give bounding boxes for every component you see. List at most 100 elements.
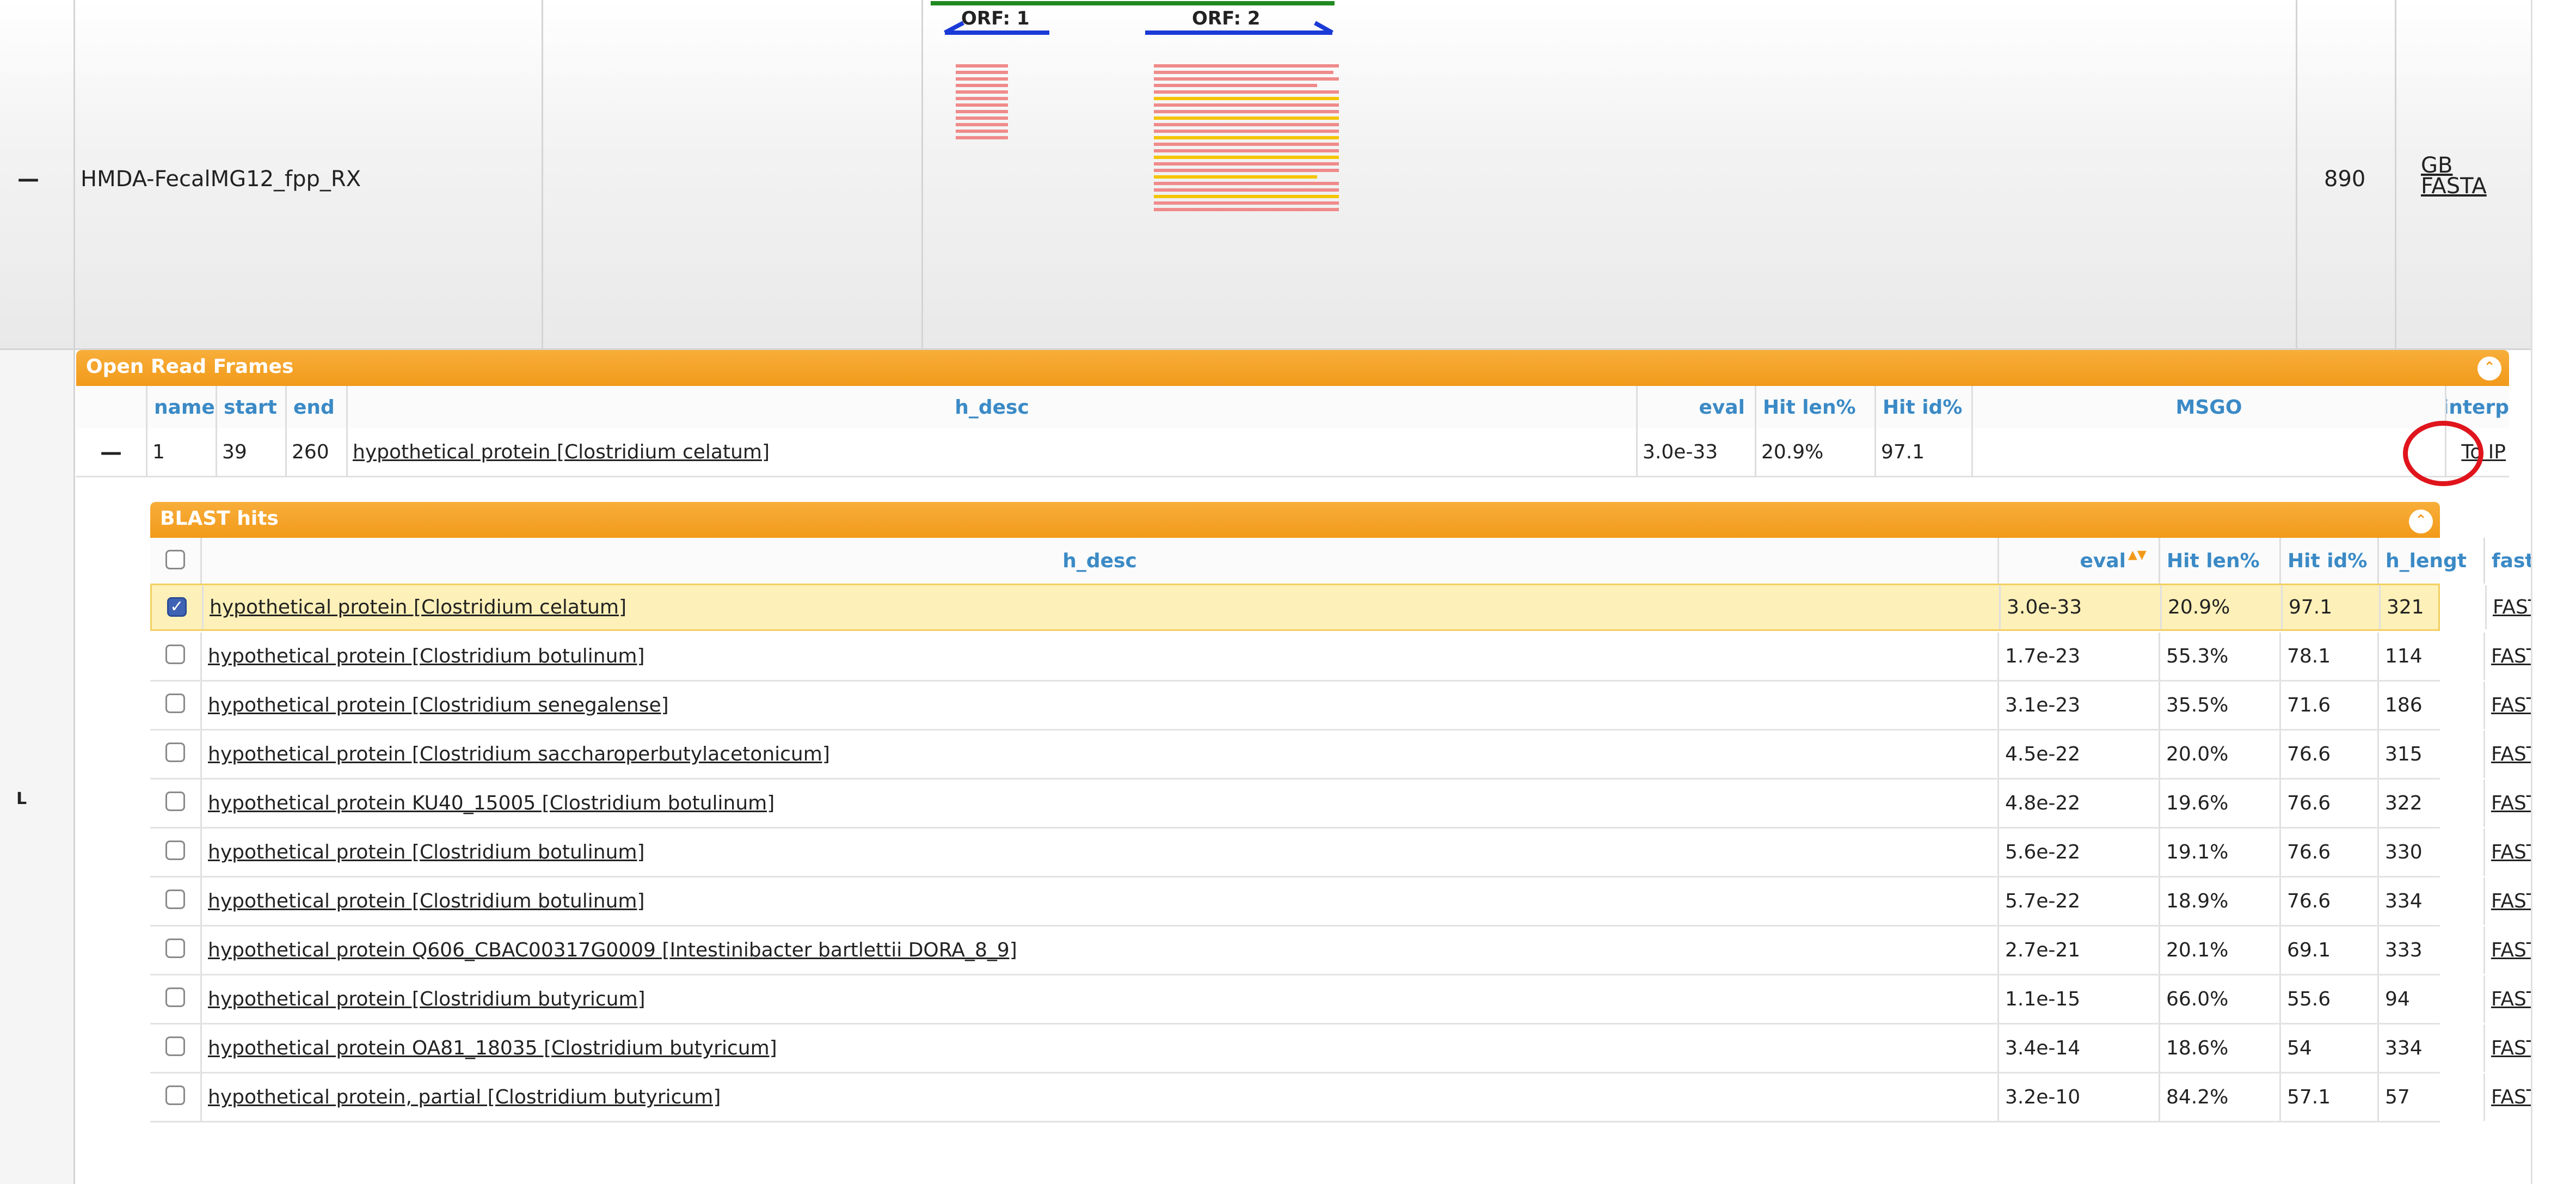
orf-row-toggle[interactable]: — [76,428,146,476]
col-name[interactable]: name [146,386,216,428]
row-checkbox[interactable] [165,792,185,811]
col-start[interactable]: start [216,386,285,428]
hit-length: 57 [2385,1086,2410,1108]
row-checkbox[interactable] [165,694,185,713]
page-margin [2531,0,2576,1184]
orf-1-label: ORF: 1 [961,8,1030,29]
hit-length: 330 [2385,841,2423,863]
select-all-checkbox[interactable] [165,550,185,569]
hit-desc-link[interactable]: hypothetical protein Q606_CBAC00317G0009… [200,927,1997,974]
col-h-desc[interactable]: h_desc [346,386,1636,428]
hit-desc-link[interactable]: hypothetical protein [Clostridium butyri… [200,976,1997,1023]
hit-length: 114 [2385,645,2423,667]
hit-length: 94 [2385,988,2410,1010]
hit-eval: 3.2e-10 [2005,1086,2081,1108]
hit-len: 55.3% [2166,645,2229,667]
expand-toggle[interactable]: — [17,167,39,192]
col-end[interactable]: end [285,386,346,428]
hit-id: 71.6 [2287,694,2331,716]
orf-2-hit-bars [1154,64,1339,211]
hit-length: 334 [2385,1037,2423,1059]
hit-length: 315 [2385,743,2423,765]
hit-eval: 3.4e-14 [2005,1037,2081,1059]
col-hit-id[interactable]: Hit id% [2279,538,2377,584]
orf-end: 260 [292,441,329,463]
divider [542,0,543,348]
orf-msgo [1971,428,2445,476]
hit-id: 57.1 [2287,1086,2331,1108]
highlight-circle [2403,421,2483,486]
hit-id: 97.1 [2289,596,2333,618]
collapse-icon[interactable]: ⌃ [2409,510,2433,533]
blast-hit-row[interactable]: hypothetical protein [Clostridium saccha… [150,731,2550,780]
blast-hit-row[interactable]: ✓ hypothetical protein [Clostridium celat… [150,584,2552,631]
tree-marker: L [16,789,27,808]
hit-desc-link[interactable]: hypothetical protein [Clostridium saccha… [200,731,1997,778]
orf-name: 1 [152,441,165,463]
hit-desc-link[interactable]: hypothetical protein [Clostridium botuli… [200,878,1997,925]
orf-panel-title: Open Read Frames [86,355,294,378]
orf-eval: 3.0e-33 [1643,441,1718,463]
hit-eval: 1.1e-15 [2005,988,2081,1010]
blast-table-header: h_desc eval ▲▼ Hit len% Hit id% h_lengt … [150,538,2575,585]
hit-desc-link[interactable]: hypothetical protein OA81_18035 [Clostri… [200,1025,1997,1072]
blast-hit-row[interactable]: hypothetical protein, partial [Clostridi… [150,1073,2550,1122]
hit-id: 54 [2287,1037,2312,1059]
hit-id: 76.6 [2287,792,2331,814]
hit-desc-link[interactable]: hypothetical protein KU40_15005 [Clostri… [200,780,1997,827]
hit-len: 18.6% [2166,1037,2229,1059]
blast-panel-header: BLAST hits ⌃ [150,502,2440,538]
sort-icon[interactable]: ▲▼ [2128,549,2147,561]
hit-desc-link[interactable]: hypothetical protein [Clostridium botuli… [200,829,1997,876]
orf-row: — 1 39 260 hypothetical protein [Clostri… [76,428,2509,477]
blast-hit-row[interactable]: hypothetical protein [Clostridium butyri… [150,976,2550,1025]
row-checkbox[interactable] [165,841,185,860]
blast-hit-row[interactable]: hypothetical protein [Clostridium senega… [150,682,2550,731]
col-hit-len[interactable]: Hit len% [1755,386,1874,428]
fasta-link[interactable]: FASTA [2421,175,2487,197]
divider [73,0,75,348]
row-checkbox[interactable] [165,743,185,762]
hit-id: 76.6 [2287,743,2331,765]
gb-link[interactable]: GB [2421,155,2452,176]
col-eval[interactable]: eval [1636,386,1755,428]
col-hit-len[interactable]: Hit len% [2159,538,2279,584]
hit-len: 20.1% [2166,939,2229,961]
hit-desc-link[interactable]: hypothetical protein [Clostridium senega… [200,682,1997,729]
hit-len: 20.0% [2166,743,2229,765]
hit-desc-link[interactable]: hypothetical protein [Clostridium celatu… [202,585,1999,629]
blast-hit-row[interactable]: hypothetical protein [Clostridium botuli… [150,829,2550,878]
orf-2-label: ORF: 2 [1192,8,1261,29]
divider [2296,0,2297,348]
row-checkbox[interactable] [165,938,185,958]
row-checkbox[interactable] [165,987,185,1007]
blast-hit-row[interactable]: hypothetical protein KU40_15005 [Clostri… [150,780,2550,829]
contig-row: — HMDA-FecalMG12_fpp_RX 890 GB FASTA ORF… [0,0,2531,348]
col-h-length[interactable]: h_lengt [2377,538,2483,584]
blast-hit-row[interactable]: hypothetical protein Q606_CBAC00317G0009… [150,927,2550,976]
blast-hit-row[interactable]: hypothetical protein [Clostridium botuli… [150,878,2550,927]
row-checkbox[interactable] [165,1085,185,1105]
hit-eval: 3.0e-33 [2007,596,2082,618]
blast-hit-row[interactable]: hypothetical protein [Clostridium botuli… [150,633,2550,682]
hit-len: 84.2% [2166,1086,2229,1108]
collapse-icon[interactable]: ⌃ [2477,357,2501,381]
blast-hit-row[interactable]: hypothetical protein OA81_18035 [Clostri… [150,1025,2550,1073]
hit-length: 333 [2385,939,2423,961]
col-msgo[interactable]: MSGO [1971,386,2445,428]
hit-desc-link[interactable]: hypothetical protein, partial [Clostridi… [200,1073,1997,1121]
orf-h-desc-link[interactable]: hypothetical protein [Clostridium celatu… [346,428,1636,476]
orf-hit-id: 97.1 [1881,441,1925,463]
hit-eval: 5.6e-22 [2005,841,2081,863]
hit-eval: 5.7e-22 [2005,890,2081,912]
col-h-desc[interactable]: h_desc [200,538,1997,584]
orf-map-graphic [931,1,1339,211]
row-checkbox[interactable] [165,889,185,909]
checked-checkbox[interactable]: ✓ [167,597,187,617]
hit-desc-link[interactable]: hypothetical protein [Clostridium botuli… [200,633,1997,680]
row-checkbox[interactable] [165,645,185,664]
row-checkbox[interactable] [165,1036,185,1056]
orf-table-header: name start end h_desc eval Hit len% Hit … [76,386,2509,430]
hit-eval: 3.1e-23 [2005,694,2081,716]
col-hit-id[interactable]: Hit id% [1874,386,1971,428]
